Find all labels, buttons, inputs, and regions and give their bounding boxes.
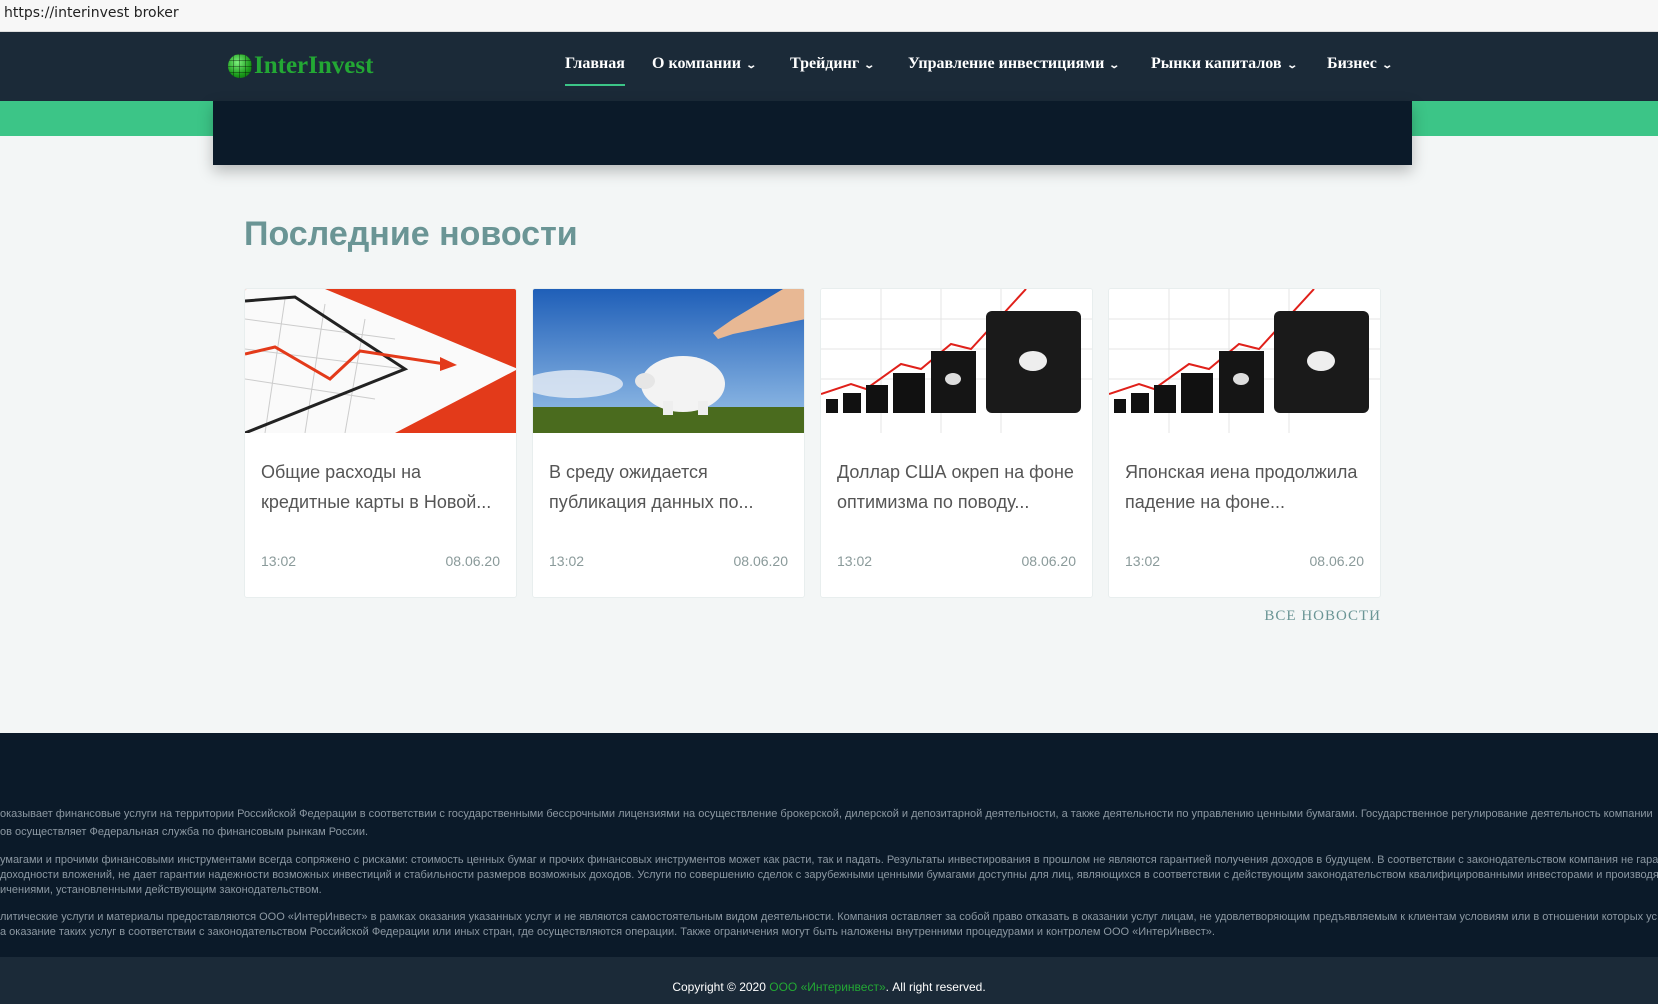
globe-icon xyxy=(228,54,252,78)
disclaimer-line: а оказание таких услуг в соответствии с … xyxy=(0,926,1215,938)
disclaimer-line: ичениями, установленными действующим зак… xyxy=(0,884,322,896)
disclaimer-line: литические услуги и материалы предоставл… xyxy=(0,911,1658,923)
disclaimer-line: доходности вложений, не дает гарантии на… xyxy=(0,869,1658,881)
address-bar[interactable]: https://interinvest broker xyxy=(0,0,1658,32)
nav-label: Главная xyxy=(565,55,625,72)
company-link[interactable]: ООО «Интеринвест» xyxy=(769,980,885,994)
news-card[interactable]: В среду ожидается публикация данных по..… xyxy=(532,288,805,598)
nav-capital-markets[interactable]: Рынки капиталов ⌄ xyxy=(1151,55,1298,73)
nav-label: Трейдинг xyxy=(790,55,860,72)
news-title: Доллар США окреп на фоне оптимизма по по… xyxy=(837,462,1074,512)
chevron-down-icon: ⌄ xyxy=(1381,60,1393,71)
news-date: 08.06.20 xyxy=(445,553,501,569)
top-navbar: InterInvest Главная О компании ⌄ Трейдинг… xyxy=(0,32,1658,101)
news-title: Общие расходы на кредитные карты в Новой… xyxy=(261,462,492,512)
nav-label: Рынки капиталов xyxy=(1151,55,1282,72)
nav-about[interactable]: О компании ⌄ xyxy=(652,55,757,73)
news-time: 13:02 xyxy=(549,553,585,569)
nav-label: Бизнес xyxy=(1327,55,1377,72)
news-image-oil-barrels xyxy=(821,289,1092,433)
news-time: 13:02 xyxy=(1125,553,1161,569)
nav-label: О компании xyxy=(652,55,741,72)
copyright-suffix: . All right reserved. xyxy=(885,980,986,994)
nav-business[interactable]: Бизнес ⌄ xyxy=(1327,55,1393,73)
news-image-oil-barrels xyxy=(1109,289,1380,433)
all-news-link[interactable]: ВСЕ НОВОСТИ xyxy=(1264,608,1381,625)
news-card[interactable]: Общие расходы на кредитные карты в Новой… xyxy=(244,288,517,598)
copyright-bar: Copyright © 2020 ООО «Интеринвест». All … xyxy=(0,957,1658,1004)
news-image-falling-chart xyxy=(245,289,516,433)
chevron-down-icon: ⌄ xyxy=(863,60,876,71)
chevron-down-icon: ⌄ xyxy=(1285,60,1298,71)
news-time: 13:02 xyxy=(837,553,873,569)
disclaimer-line: умагами и прочими финансовыми инструмент… xyxy=(0,854,1658,866)
chevron-down-icon: ⌄ xyxy=(1108,60,1121,71)
news-time: 13:02 xyxy=(261,553,297,569)
news-title: В среду ожидается публикация данных по..… xyxy=(549,462,754,512)
nav-investment-management[interactable]: Управление инвестициями ⌄ xyxy=(908,55,1121,73)
disclaimer-line: ов осуществляет Федеральная служба по фи… xyxy=(0,826,369,838)
news-date: 08.06.20 xyxy=(733,553,789,569)
news-image-piggy-bank xyxy=(533,289,804,433)
chevron-down-icon: ⌄ xyxy=(745,60,757,71)
nav-label: Управление инвестициями xyxy=(908,55,1105,72)
section-title: Последние новости xyxy=(244,215,578,253)
logo-text: InterInvest xyxy=(254,52,374,79)
logo[interactable]: InterInvest xyxy=(228,52,373,80)
news-title: Японская иена продолжила падение на фоне… xyxy=(1125,462,1358,512)
news-card[interactable]: Доллар США окреп на фоне оптимизма по по… xyxy=(820,288,1093,598)
news-date: 08.06.20 xyxy=(1309,553,1365,569)
disclaimer-line: оказывает финансовые услуги на территори… xyxy=(0,808,1653,820)
hero-panel xyxy=(213,101,1412,165)
footer-disclaimer: оказывает финансовые услуги на территори… xyxy=(0,733,1658,957)
nav-home[interactable]: Главная xyxy=(565,55,625,86)
news-date: 08.06.20 xyxy=(1021,553,1077,569)
copyright-prefix: Copyright © 2020 xyxy=(672,980,766,994)
news-card[interactable]: Японская иена продолжила падение на фоне… xyxy=(1108,288,1381,598)
nav-trading[interactable]: Трейдинг ⌄ xyxy=(790,55,876,73)
